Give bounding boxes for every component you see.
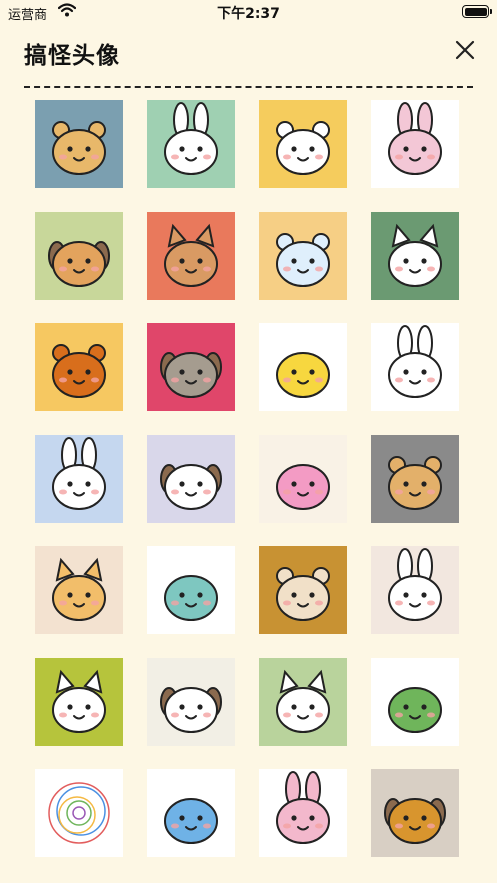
avatar-cat-rays[interactable]: [147, 211, 235, 300]
avatar-dog-seat-image: [147, 657, 235, 746]
avatar-chick[interactable]: [259, 323, 347, 411]
status-bar: 运营商 下午2:37: [0, 0, 497, 24]
avatar-cat-rays-image: [147, 211, 235, 300]
close-icon: [455, 40, 475, 60]
avatar-orange-bear[interactable]: [35, 323, 123, 411]
avatar-kid-rainbow[interactable]: [259, 434, 347, 523]
avatar-bear-fish[interactable]: [371, 434, 459, 523]
close-button[interactable]: [453, 38, 477, 62]
avatar-dog-seat[interactable]: [147, 657, 235, 746]
page-title: 搞怪头像: [24, 43, 120, 69]
avatar-hamster-image: [259, 546, 347, 634]
avatar-monster-doodle-image: [147, 546, 235, 634]
avatar-monster-doodle[interactable]: [147, 546, 235, 634]
avatar-bunny-laptop[interactable]: [259, 769, 347, 857]
avatar-cat-cup-image: [35, 657, 123, 746]
avatar-scribble[interactable]: [35, 769, 123, 857]
avatar-bear-phone-image: [35, 100, 123, 188]
avatar-dog-sunglasses-image: [147, 323, 235, 411]
avatar-shiba[interactable]: [35, 211, 123, 300]
battery-icon: [462, 5, 492, 18]
avatar-cat-cup[interactable]: [35, 657, 123, 746]
avatar-bunny-bed-image: [35, 434, 123, 523]
avatar-dog-laptop-image: [147, 434, 235, 523]
avatar-chick-image: [259, 323, 347, 411]
avatar-cat-cake[interactable]: [35, 546, 123, 634]
avatar-dog-laptop[interactable]: [147, 434, 235, 523]
avatar-bunny-sunglasses[interactable]: [371, 100, 459, 188]
avatar-bunny-chair-image: [147, 100, 235, 188]
avatar-dog-sofa-image: [371, 769, 459, 857]
avatar-scribble-image: [35, 769, 123, 857]
avatar-fish-monster-image: [147, 769, 235, 857]
dashed-divider: [24, 86, 473, 89]
avatar-bear-sunburst-image: [259, 100, 347, 188]
avatar-dog-sofa[interactable]: [371, 769, 459, 857]
avatar-cat-cake-image: [35, 546, 123, 634]
avatar-cat-selfie[interactable]: [371, 211, 459, 300]
avatar-dog-sunglasses[interactable]: [147, 323, 235, 411]
avatar-bunny-chair[interactable]: [147, 100, 235, 188]
avatar-bear-phone[interactable]: [35, 100, 123, 188]
avatar-bunny-swirl-image: [371, 323, 459, 411]
avatar-orange-bear-image: [35, 323, 123, 411]
avatar-bear-blue[interactable]: [259, 211, 347, 300]
avatar-cat-fish-image: [259, 657, 347, 746]
avatar-cat-fish[interactable]: [259, 657, 347, 746]
avatar-bunny-sunglasses-image: [371, 100, 459, 188]
avatar-bunny-bed[interactable]: [35, 434, 123, 523]
avatar-bunny-blush[interactable]: [371, 546, 459, 634]
avatar-bunny-blush-image: [371, 546, 459, 634]
avatar-bunny-swirl[interactable]: [371, 323, 459, 411]
avatar-bear-blue-image: [259, 211, 347, 300]
avatar-fish-monster[interactable]: [147, 769, 235, 857]
avatar-hamster[interactable]: [259, 546, 347, 634]
avatar-shiba-image: [35, 211, 123, 300]
avatar-bear-sunburst[interactable]: [259, 100, 347, 188]
avatar-frog-party[interactable]: [371, 657, 459, 746]
avatar-cat-selfie-image: [371, 211, 459, 300]
avatar-bunny-laptop-image: [259, 769, 347, 857]
avatar-kid-rainbow-image: [259, 434, 347, 523]
avatar-bear-fish-image: [371, 434, 459, 523]
avatar-frog-party-image: [371, 657, 459, 746]
status-time: 下午2:37: [217, 6, 280, 22]
